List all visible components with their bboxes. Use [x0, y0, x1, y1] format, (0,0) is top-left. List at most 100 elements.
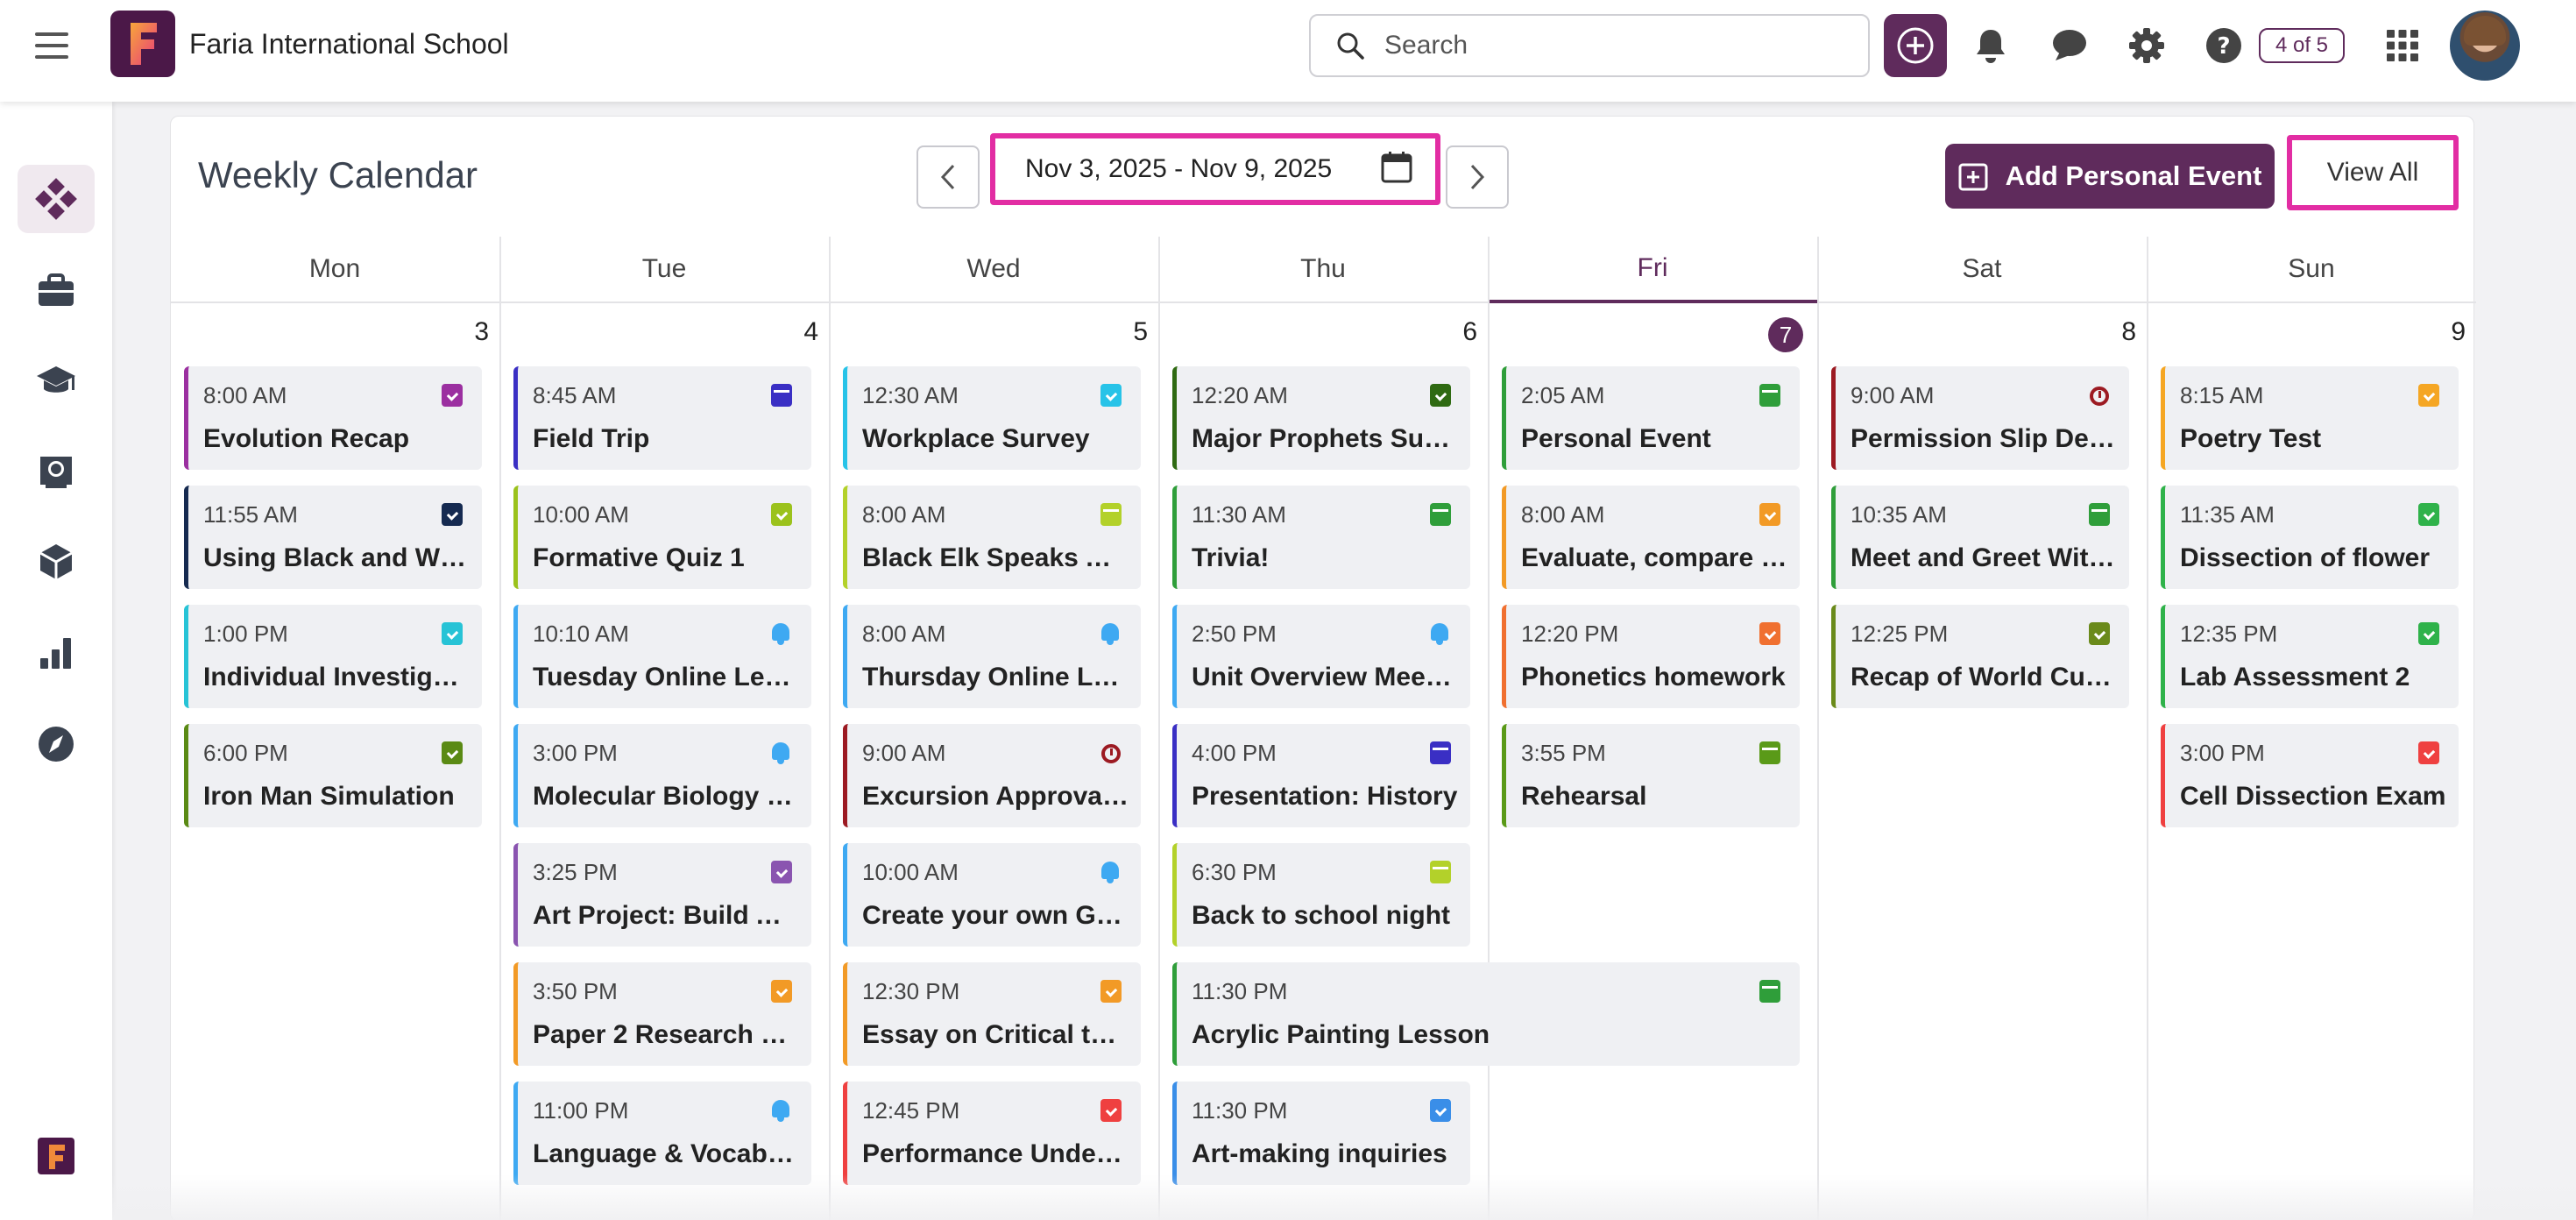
day-number[interactable]: 3 — [454, 317, 489, 352]
calendar-icon — [1759, 980, 1780, 1003]
event-title: Formative Quiz 1 — [533, 543, 745, 572]
event-title: Recap of World Cup Results — [1851, 663, 2129, 692]
event-title: Art-making inquiries — [1192, 1139, 1447, 1168]
chat-icon[interactable] — [2049, 25, 2091, 67]
event-card[interactable]: 8:00 AM Evolution Recap — [184, 366, 482, 470]
day-number[interactable]: 4 — [783, 317, 818, 352]
event-title: Art Project: Build A Collage — [533, 901, 811, 930]
calendar-icon[interactable] — [1381, 151, 1412, 184]
event-time: 8:45 AM — [533, 382, 617, 408]
graduation-cap-icon[interactable] — [18, 347, 95, 415]
bar-chart-icon[interactable] — [18, 619, 95, 687]
clipboard-icon — [442, 622, 463, 645]
event-time: 3:00 PM — [2180, 740, 2265, 766]
event-card[interactable]: 9:00 AM Permission Slip Deadline — [1831, 366, 2129, 470]
event-card[interactable]: 12:30 AM Workplace Survey — [843, 366, 1141, 470]
event-title: Iron Man Simulation — [203, 782, 455, 811]
event-card[interactable]: 12:30 PM Essay on Critical thinking — [843, 962, 1141, 1066]
event-card[interactable]: 11:00 PMLanguage & Vocab Lesson — [513, 1082, 811, 1185]
day-number[interactable]: 6 — [1442, 317, 1477, 352]
event-card[interactable]: 8:00 AM Black Elk Speaks Audio — [843, 486, 1141, 589]
add-personal-event-button[interactable]: Add Personal Event — [1945, 144, 2275, 209]
bell-icon[interactable] — [1970, 25, 2012, 67]
event-card[interactable]: 11:55 AM Using Black and White — [184, 486, 482, 589]
progress-badge[interactable]: 4 of 5 — [2259, 28, 2345, 63]
event-card[interactable]: 9:00 AM Excursion Approval Form — [843, 724, 1141, 827]
event-time: 12:45 PM — [862, 1097, 960, 1124]
day-number[interactable]: 7 — [1768, 317, 1803, 352]
help-icon[interactable]: ? — [2203, 25, 2245, 67]
view-all-button[interactable]: View All — [2287, 135, 2459, 210]
event-card[interactable]: 4:00 PM Presentation: History — [1172, 724, 1470, 827]
event-card[interactable]: 8:45 AM Field Trip — [513, 366, 811, 470]
apps-grid-icon[interactable] — [2381, 25, 2424, 67]
avatar[interactable] — [2450, 11, 2520, 81]
event-card[interactable]: 3:25 PM Art Project: Build A Collage — [513, 843, 811, 947]
event-card[interactable]: 10:10 AM Tuesday Online Lesson — [513, 605, 811, 708]
day-header-sat: Sat — [1817, 237, 2147, 303]
clipboard-icon — [771, 503, 792, 526]
calendar-icon — [1430, 861, 1451, 883]
event-time: 12:35 PM — [2180, 621, 2278, 647]
event-card[interactable]: 12:45 PM Performance Understanding — [843, 1082, 1141, 1185]
school-logo[interactable] — [110, 11, 175, 77]
day-number[interactable]: 9 — [2431, 317, 2466, 352]
event-card[interactable]: 8:00 AM Thursday Online Lesson — [843, 605, 1141, 708]
date-range-picker[interactable]: Nov 3, 2025 - Nov 9, 2025 — [990, 133, 1440, 205]
event-card[interactable]: 6:00 PM Iron Man Simulation — [184, 724, 482, 827]
day-number[interactable]: 8 — [2101, 317, 2136, 352]
calendar-icon — [1430, 503, 1451, 526]
clipboard-icon — [442, 384, 463, 407]
event-card[interactable]: 1:00 PM Individual Investigation — [184, 605, 482, 708]
bell-icon — [1099, 861, 1122, 883]
faria-logo-icon[interactable] — [18, 1122, 95, 1190]
event-title: Thursday Online Lesson — [862, 663, 1141, 692]
event-card[interactable]: 3:50 PM Paper 2 Research methods — [513, 962, 811, 1066]
chevron-left-icon — [940, 164, 955, 190]
event-time: 12:30 PM — [862, 978, 960, 1004]
menu-icon[interactable] — [35, 30, 68, 61]
sidebar — [0, 102, 112, 1220]
add-personal-event-label: Add Personal Event — [2005, 160, 2262, 191]
event-card[interactable]: 12:20 AM Major Prophets Survey — [1172, 366, 1470, 470]
event-card[interactable]: 12:25 PM Recap of World Cup Results — [1831, 605, 2129, 708]
day-header-tue: Tue — [499, 237, 829, 303]
compass-icon[interactable] — [18, 710, 95, 778]
event-card[interactable]: 11:30 PM Acrylic Painting Lesson — [1172, 962, 1800, 1066]
event-time: 11:30 AM — [1192, 501, 1286, 528]
event-card[interactable]: 11:35 AM Dissection of flower — [2161, 486, 2459, 589]
event-card[interactable]: 2:05 AM Personal Event — [1502, 366, 1800, 470]
event-card[interactable]: 3:00 PM Molecular Biology Intro — [513, 724, 811, 827]
gear-icon[interactable] — [2126, 25, 2168, 67]
search-placeholder: Search — [1384, 31, 1468, 60]
cube-icon[interactable] — [18, 528, 95, 596]
event-time: 8:00 AM — [862, 501, 946, 528]
event-card[interactable]: 11:30 AM Trivia! — [1172, 486, 1470, 589]
prev-week-button[interactable] — [916, 145, 980, 209]
event-card[interactable]: 6:30 PM Back to school night — [1172, 843, 1470, 947]
dashboard-icon[interactable] — [18, 165, 95, 233]
event-card[interactable]: 2:50 PM Unit Overview Meeting — [1172, 605, 1470, 708]
calendar-icon — [1430, 741, 1451, 764]
event-time: 6:00 PM — [203, 740, 288, 766]
event-card[interactable]: 12:20 PM Phonetics homework — [1502, 605, 1800, 708]
book-globe-icon[interactable] — [18, 436, 95, 505]
event-card[interactable]: 10:35 AM Meet and Greet With Parents — [1831, 486, 2129, 589]
school-name[interactable]: Faria International School — [189, 28, 509, 60]
event-time: 12:20 AM — [1192, 382, 1288, 408]
event-card[interactable]: 8:15 AM Poetry Test — [2161, 366, 2459, 470]
event-card[interactable]: 10:00 AM Create your own Graph — [843, 843, 1141, 947]
search-icon — [1337, 32, 1364, 60]
add-button[interactable] — [1884, 14, 1947, 77]
event-card[interactable]: 11:30 PM Art-making inquiries — [1172, 1082, 1470, 1185]
next-week-button[interactable] — [1446, 145, 1509, 209]
day-number[interactable]: 5 — [1113, 317, 1148, 352]
event-card[interactable]: 3:00 PM Cell Dissection Exam — [2161, 724, 2459, 827]
event-card[interactable]: 3:55 PM Rehearsal — [1502, 724, 1800, 827]
event-title: Permission Slip Deadline — [1851, 424, 2129, 453]
event-card[interactable]: 10:00 AM Formative Quiz 1 — [513, 486, 811, 589]
search-input[interactable]: Search — [1309, 14, 1870, 77]
event-card[interactable]: 12:35 PM Lab Assessment 2 — [2161, 605, 2459, 708]
briefcase-icon[interactable] — [18, 256, 95, 324]
event-card[interactable]: 8:00 AM Evaluate, compare and contrast — [1502, 486, 1800, 589]
